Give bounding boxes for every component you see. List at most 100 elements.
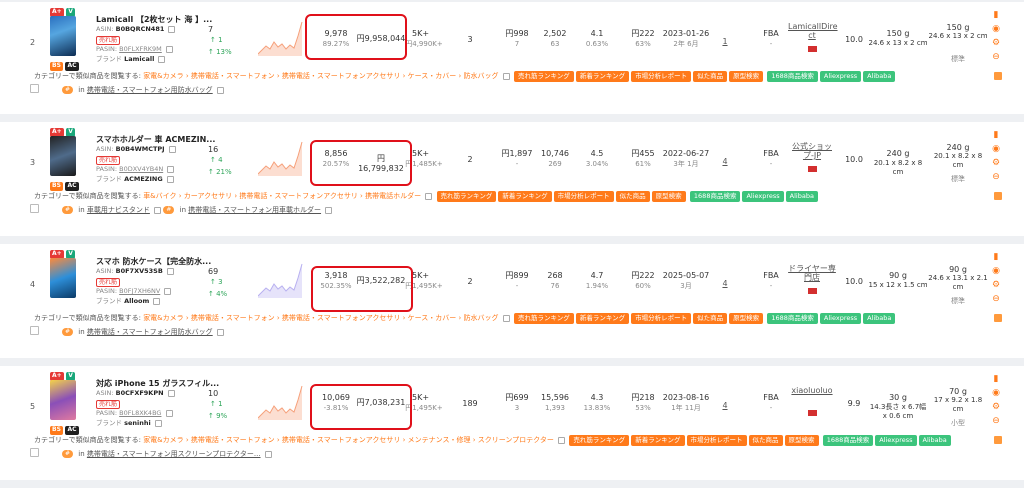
- tag-green-0[interactable]: 1688商品検索: [767, 312, 818, 324]
- tag-green-2[interactable]: Alibaba: [863, 312, 896, 324]
- tag-green-2[interactable]: Alibaba: [863, 70, 896, 82]
- gear-icon[interactable]: ⚙: [991, 38, 1001, 48]
- product-image[interactable]: [50, 136, 76, 176]
- tag-orange-3[interactable]: 似た商品: [693, 70, 728, 82]
- external-link-icon[interactable]: [425, 192, 433, 200]
- category-path[interactable]: 家電&カメラ › 携帯電話・スマートフォン › 携帯電話・スマートフォンアクセサ…: [143, 436, 554, 444]
- tag-orange-3[interactable]: 似た商品: [615, 190, 650, 202]
- tag-orange-0[interactable]: 売れ筋ランキング: [436, 190, 497, 202]
- row-checkbox[interactable]: [30, 326, 39, 335]
- sales-trend-sparkline[interactable]: [258, 16, 304, 56]
- subcategory-prefix[interactable]: 車載用ナビスタンド: [87, 206, 150, 214]
- subcategory-name[interactable]: 携帯電話・スマートフォン用スクリーンプロテクター...: [87, 450, 261, 458]
- seller-name[interactable]: xiaoluoluo: [788, 386, 836, 395]
- gear-icon[interactable]: ⚙: [991, 402, 1001, 412]
- brand-value[interactable]: ACMEZING: [124, 175, 163, 183]
- copy-icon[interactable]: [165, 409, 173, 417]
- copy-icon[interactable]: [167, 389, 175, 397]
- gear-icon[interactable]: ⚙: [991, 280, 1001, 290]
- report-icon[interactable]: [994, 192, 1002, 200]
- external-link-icon[interactable]: [264, 450, 272, 458]
- seller-count[interactable]: 4: [718, 400, 732, 411]
- minus-circle-icon[interactable]: ⊖: [991, 294, 1001, 304]
- location-pin-icon[interactable]: ◉: [991, 24, 1001, 34]
- tag-green-2[interactable]: Alibaba: [918, 434, 951, 446]
- report-icon[interactable]: [994, 72, 1002, 80]
- brand-value[interactable]: seninhi: [124, 419, 151, 427]
- parent-value[interactable]: B0DXV4YB4N: [119, 165, 163, 173]
- tag-orange-1[interactable]: 新着ランキング: [631, 434, 685, 446]
- external-link-icon[interactable]: [325, 206, 333, 214]
- row-checkbox[interactable]: [30, 84, 39, 93]
- row-checkbox[interactable]: [30, 448, 39, 457]
- row-checkbox[interactable]: [30, 204, 39, 213]
- external-link-icon[interactable]: [502, 314, 510, 322]
- minus-circle-icon[interactable]: ⊖: [991, 416, 1001, 426]
- seller-name[interactable]: LamicallDire ct: [788, 22, 838, 40]
- external-link-icon[interactable]: [154, 206, 162, 214]
- product-image[interactable]: [50, 258, 76, 298]
- minus-circle-icon[interactable]: ⊖: [991, 52, 1001, 62]
- report-icon[interactable]: [994, 436, 1002, 444]
- bar-chart-icon[interactable]: ▮: [991, 10, 1001, 20]
- seller-name[interactable]: ドライヤー専門店: [788, 264, 836, 282]
- copy-icon[interactable]: [167, 165, 175, 173]
- tag-green-2[interactable]: Alibaba: [785, 190, 818, 202]
- asin-value[interactable]: B0CFXF9KPN: [116, 389, 164, 397]
- brand-value[interactable]: Lamicall: [124, 55, 154, 63]
- copy-icon[interactable]: [153, 297, 161, 305]
- tag-green-1[interactable]: Aliexpress: [819, 70, 862, 82]
- copy-icon[interactable]: [168, 145, 176, 153]
- tag-orange-3[interactable]: 似た商品: [748, 434, 783, 446]
- sales-trend-sparkline[interactable]: [258, 136, 304, 176]
- asin-value[interactable]: B0B4WMCTPJ: [116, 145, 165, 153]
- copy-icon[interactable]: [166, 267, 174, 275]
- external-link-icon[interactable]: [502, 72, 510, 80]
- copy-icon[interactable]: [166, 175, 174, 183]
- asin-value[interactable]: B0BQRCN481: [116, 25, 165, 33]
- copy-icon[interactable]: [154, 419, 162, 427]
- category-path[interactable]: 車&バイク › カーアクセサリ › 携帯電話・スマートフォンアクセサリ › 携帯…: [143, 192, 421, 200]
- sales-trend-sparkline[interactable]: [258, 380, 304, 420]
- report-icon[interactable]: [994, 314, 1002, 322]
- tag-orange-3[interactable]: 似た商品: [693, 312, 728, 324]
- asin-value[interactable]: B0F7XV53SB: [116, 267, 163, 275]
- tag-orange-4[interactable]: 原型検索: [729, 312, 764, 324]
- copy-icon[interactable]: [164, 287, 172, 295]
- minus-circle-icon[interactable]: ⊖: [991, 172, 1001, 182]
- tag-orange-4[interactable]: 原型検索: [729, 70, 764, 82]
- seller-count[interactable]: 1: [718, 36, 732, 47]
- category-path[interactable]: 家電&カメラ › 携帯電話・スマートフォン › 携帯電話・スマートフォンアクセサ…: [143, 72, 498, 80]
- tag-orange-1[interactable]: 新着ランキング: [575, 70, 630, 82]
- subcategory-name[interactable]: 携帯電話・スマートフォン用防水バッグ: [87, 328, 213, 336]
- tag-orange-0[interactable]: 売れ筋ランキング: [514, 70, 574, 82]
- sales-trend-sparkline[interactable]: [258, 258, 304, 298]
- seller-name[interactable]: 公式ショップ-JP: [788, 142, 836, 160]
- tag-orange-4[interactable]: 原型検索: [651, 190, 686, 202]
- copy-icon[interactable]: [158, 55, 166, 63]
- tag-orange-2[interactable]: 市場分析レポート: [631, 70, 692, 82]
- bar-chart-icon[interactable]: ▮: [991, 252, 1001, 262]
- copy-icon[interactable]: [168, 25, 176, 33]
- location-pin-icon[interactable]: ◉: [991, 388, 1001, 398]
- bar-chart-icon[interactable]: ▮: [991, 130, 1001, 140]
- external-link-icon[interactable]: [216, 328, 224, 336]
- category-path[interactable]: 家電&カメラ › 携帯電話・スマートフォン › 携帯電話・スマートフォンアクセサ…: [143, 314, 498, 322]
- tag-orange-0[interactable]: 売れ筋ランキング: [569, 434, 630, 446]
- seller-count[interactable]: 4: [718, 278, 732, 289]
- tag-orange-1[interactable]: 新着ランキング: [498, 190, 552, 202]
- location-pin-icon[interactable]: ◉: [991, 266, 1001, 276]
- bar-chart-icon[interactable]: ▮: [991, 374, 1001, 384]
- external-link-icon[interactable]: [558, 436, 566, 444]
- tag-green-1[interactable]: Aliexpress: [742, 190, 784, 202]
- tag-green-1[interactable]: Aliexpress: [875, 434, 917, 446]
- tag-green-0[interactable]: 1688商品検索: [767, 70, 818, 82]
- parent-value[interactable]: B0FL8XK4BG: [119, 409, 161, 417]
- product-image[interactable]: [50, 16, 76, 56]
- tag-orange-4[interactable]: 原型検索: [784, 434, 819, 446]
- tag-orange-0[interactable]: 売れ筋ランキング: [514, 312, 574, 324]
- parent-value[interactable]: B0FJ7XH6NV: [119, 287, 160, 295]
- tag-orange-2[interactable]: 市場分析レポート: [686, 434, 747, 446]
- location-pin-icon[interactable]: ◉: [991, 144, 1001, 154]
- tag-green-0[interactable]: 1688商品検索: [689, 190, 741, 202]
